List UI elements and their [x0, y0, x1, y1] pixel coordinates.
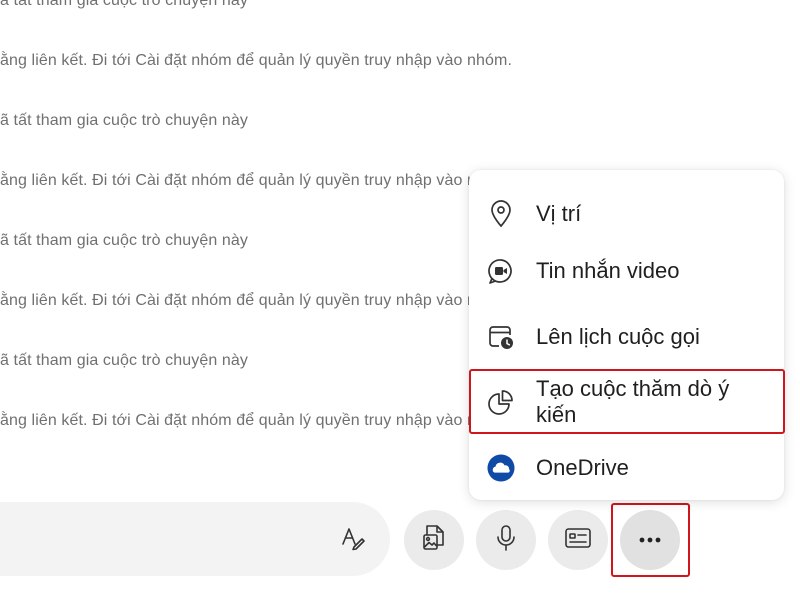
more-options-menu: Vị trí Tin nhắn video Lên lịch cuộc gọi [469, 170, 784, 500]
microphone-icon [494, 524, 518, 557]
menu-item-label: Tạo cuộc thăm dò ý kiến [536, 376, 730, 427]
menu-item-video-message[interactable]: Tin nhắn video [469, 238, 784, 304]
system-message: ã tất tham gia cuộc trò chuyện này [0, 0, 248, 9]
menu-item-location[interactable]: Vị trí [469, 182, 784, 246]
system-message: ằng liên kết. Đi tới Cài đặt nhóm để quả… [0, 412, 513, 429]
contact-card-icon [564, 526, 592, 555]
menu-item-label: Vị trí [536, 201, 582, 226]
system-message: ằng liên kết. Đi tới Cài đặt nhóm để quả… [0, 172, 513, 189]
menu-item-create-poll[interactable]: Tạo cuộc thăm dò ý kiến [469, 370, 784, 434]
video-message-icon [487, 257, 515, 285]
system-message: ã tất tham gia cuộc trò chuyện này [0, 232, 248, 249]
menu-item-onedrive[interactable]: OneDrive [469, 436, 784, 500]
system-message: ằng liên kết. Đi tới Cài đặt nhóm để quả… [0, 52, 513, 69]
poll-icon [487, 388, 515, 416]
menu-item-schedule-call[interactable]: Lên lịch cuộc gọi [469, 304, 784, 370]
format-text-button[interactable] [331, 518, 375, 562]
more-icon [638, 531, 662, 549]
menu-item-label: OneDrive [536, 455, 629, 480]
calendar-clock-icon [487, 323, 515, 351]
system-message: ã tất tham gia cuộc trò chuyện này [0, 112, 248, 129]
system-message: ã tất tham gia cuộc trò chuyện này [0, 352, 248, 369]
microphone-button[interactable] [476, 510, 536, 570]
menu-item-label: Tin nhắn video [536, 258, 680, 283]
onedrive-icon [487, 454, 515, 482]
system-message: ằng liên kết. Đi tới Cài đặt nhóm để quả… [0, 292, 513, 309]
menu-item-label: Lên lịch cuộc gọi [536, 324, 700, 349]
location-pin-icon [487, 200, 515, 228]
media-gallery-icon [421, 524, 447, 557]
format-text-icon [340, 525, 366, 556]
media-gallery-button[interactable] [404, 510, 464, 570]
more-options-button[interactable] [620, 510, 680, 570]
contact-card-button[interactable] [548, 510, 608, 570]
